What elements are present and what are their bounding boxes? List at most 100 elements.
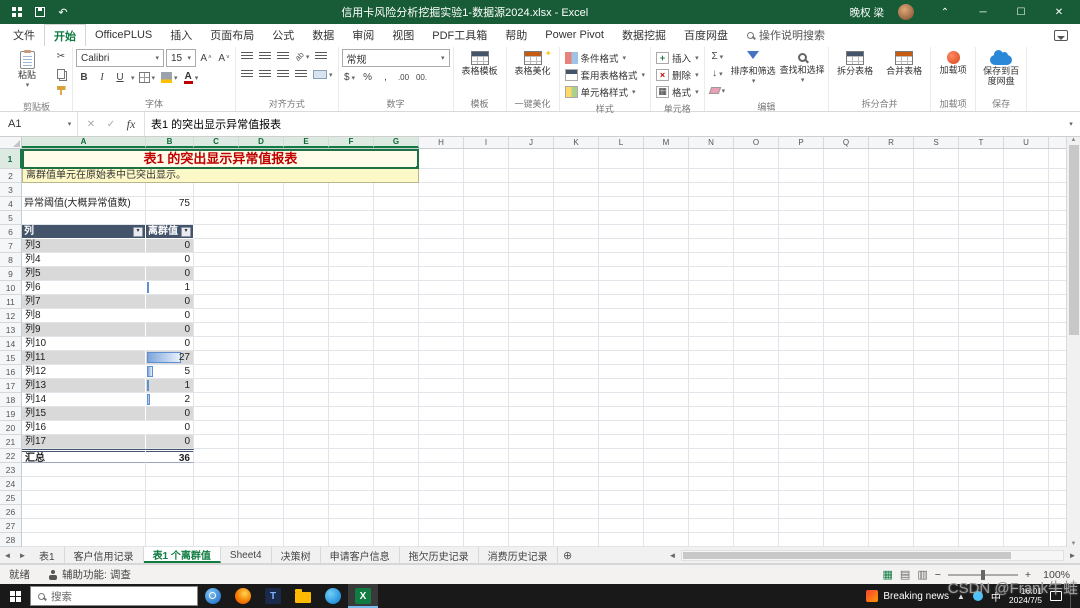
- cell-I5[interactable]: [464, 211, 509, 225]
- cell-K3[interactable]: [554, 183, 599, 197]
- table-row-value[interactable]: 1: [146, 379, 194, 393]
- cell-J26[interactable]: [509, 505, 554, 519]
- column-header-J[interactable]: J: [509, 137, 554, 148]
- cell-U9[interactable]: [1004, 267, 1049, 281]
- cell-U23[interactable]: [1004, 463, 1049, 477]
- cell-H21[interactable]: [419, 435, 464, 449]
- cell-J4[interactable]: [509, 197, 554, 211]
- cell-H7[interactable]: [419, 239, 464, 253]
- cell-J25[interactable]: [509, 491, 554, 505]
- cell-D20[interactable]: [239, 421, 284, 435]
- insert-function-icon[interactable]: fx: [122, 117, 140, 132]
- cell-J12[interactable]: [509, 309, 554, 323]
- cell-A28[interactable]: [22, 533, 146, 547]
- cell-U22[interactable]: [1004, 449, 1049, 463]
- cell-T15[interactable]: [959, 351, 1004, 365]
- cell-F5[interactable]: [329, 211, 374, 225]
- cell-H23[interactable]: [419, 463, 464, 477]
- cell-S11[interactable]: [914, 295, 959, 309]
- cell-I4[interactable]: [464, 197, 509, 211]
- cell-J11[interactable]: [509, 295, 554, 309]
- cell-D15[interactable]: [239, 351, 284, 365]
- cell-N3[interactable]: [689, 183, 734, 197]
- cell-T24[interactable]: [959, 477, 1004, 491]
- cell-M15[interactable]: [644, 351, 689, 365]
- table-row-value[interactable]: 0: [146, 309, 194, 323]
- cell-N12[interactable]: [689, 309, 734, 323]
- sheet-tab-客户信用记录[interactable]: 客户信用记录: [65, 547, 144, 563]
- cell-P17[interactable]: [779, 379, 824, 393]
- start-button[interactable]: [0, 584, 30, 608]
- cell-G21[interactable]: [374, 435, 419, 449]
- cell-R17[interactable]: [869, 379, 914, 393]
- cell-F7[interactable]: [329, 239, 374, 253]
- cell-R2[interactable]: [869, 169, 914, 183]
- cell-D28[interactable]: [239, 533, 284, 547]
- cell-U4[interactable]: [1004, 197, 1049, 211]
- comma-style-button[interactable]: ,: [378, 70, 394, 85]
- cell-J15[interactable]: [509, 351, 554, 365]
- cell-E22[interactable]: [284, 449, 329, 463]
- cell-I3[interactable]: [464, 183, 509, 197]
- row-header-18[interactable]: 18: [0, 393, 22, 407]
- cell-J8[interactable]: [509, 253, 554, 267]
- cell-I22[interactable]: [464, 449, 509, 463]
- cell-N5[interactable]: [689, 211, 734, 225]
- cell-P24[interactable]: [779, 477, 824, 491]
- cell-L27[interactable]: [599, 519, 644, 533]
- column-header-M[interactable]: M: [644, 137, 689, 148]
- cell-P22[interactable]: [779, 449, 824, 463]
- cell-S27[interactable]: [914, 519, 959, 533]
- cell-C24[interactable]: [194, 477, 239, 491]
- cell-C23[interactable]: [194, 463, 239, 477]
- browser-icon[interactable]: [318, 584, 348, 608]
- cell-M28[interactable]: [644, 533, 689, 547]
- cell-J1[interactable]: [509, 149, 554, 169]
- cell-N6[interactable]: [689, 225, 734, 239]
- cell-N7[interactable]: [689, 239, 734, 253]
- cell-S21[interactable]: [914, 435, 959, 449]
- cell-B23[interactable]: [146, 463, 194, 477]
- cell-K11[interactable]: [554, 295, 599, 309]
- cell-N22[interactable]: [689, 449, 734, 463]
- column-header-K[interactable]: K: [554, 137, 599, 148]
- row-header-26[interactable]: 26: [0, 505, 22, 519]
- cell-K18[interactable]: [554, 393, 599, 407]
- threshold-spinner[interactable]: ▲▼: [193, 197, 194, 211]
- cell-F15[interactable]: [329, 351, 374, 365]
- cell-R20[interactable]: [869, 421, 914, 435]
- cell-K4[interactable]: [554, 197, 599, 211]
- cell-I2[interactable]: [464, 169, 509, 183]
- split-table-button[interactable]: 拆分表格: [832, 49, 878, 76]
- cell-T12[interactable]: [959, 309, 1004, 323]
- cell-S17[interactable]: [914, 379, 959, 393]
- cell-Q20[interactable]: [824, 421, 869, 435]
- cell-S4[interactable]: [914, 197, 959, 211]
- cell-L19[interactable]: [599, 407, 644, 421]
- file-explorer-icon[interactable]: [288, 584, 318, 608]
- cell-H25[interactable]: [419, 491, 464, 505]
- cell-I7[interactable]: [464, 239, 509, 253]
- cell-P1[interactable]: [779, 149, 824, 169]
- cell-L6[interactable]: [599, 225, 644, 239]
- cell-H18[interactable]: [419, 393, 464, 407]
- table-row-label[interactable]: 列10: [22, 337, 146, 351]
- cell-T9[interactable]: [959, 267, 1004, 281]
- cell-C6[interactable]: [194, 225, 239, 239]
- cell-N8[interactable]: [689, 253, 734, 267]
- cell-D24[interactable]: [239, 477, 284, 491]
- format-painter-button[interactable]: [53, 83, 69, 98]
- cell-M4[interactable]: [644, 197, 689, 211]
- cell-H6[interactable]: [419, 225, 464, 239]
- cell-C19[interactable]: [194, 407, 239, 421]
- cell-H28[interactable]: [419, 533, 464, 547]
- cell-H24[interactable]: [419, 477, 464, 491]
- cell-M1[interactable]: [644, 149, 689, 169]
- cell-G15[interactable]: [374, 351, 419, 365]
- cell-F16[interactable]: [329, 365, 374, 379]
- cell-U20[interactable]: [1004, 421, 1049, 435]
- cell-C3[interactable]: [194, 183, 239, 197]
- table-row-value[interactable]: 1: [146, 281, 194, 295]
- cell-R13[interactable]: [869, 323, 914, 337]
- cell-G24[interactable]: [374, 477, 419, 491]
